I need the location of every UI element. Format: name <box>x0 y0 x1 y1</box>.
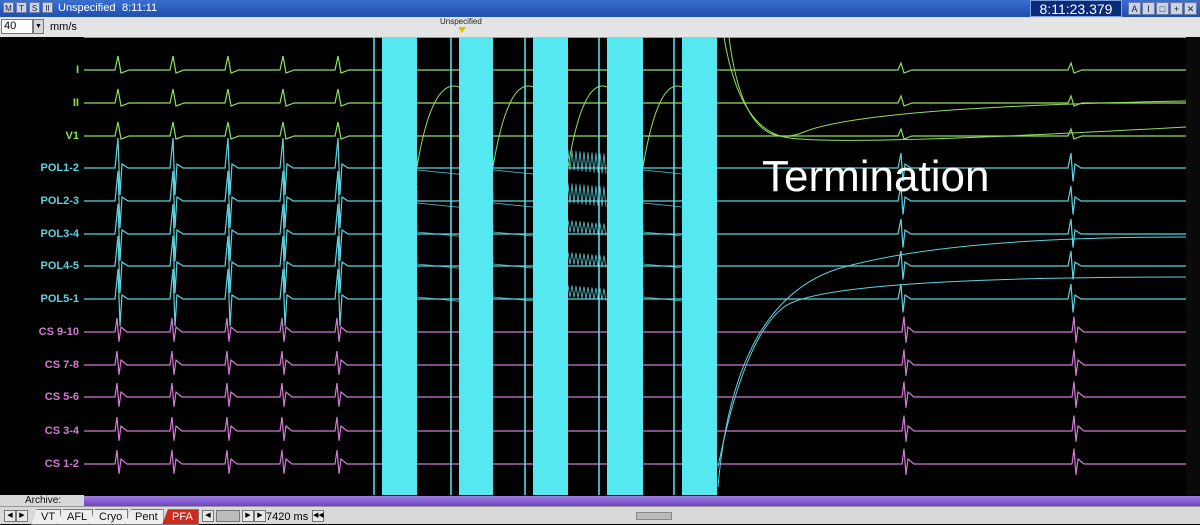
tab-pent[interactable]: Pent <box>125 509 164 525</box>
tab-bar: ◀ ▶ VT AFL Cryo Pent PFA ◀ ▶ ▶ 7420 ms ◀… <box>0 506 1200 525</box>
chevron-down-icon[interactable]: ▼ <box>33 19 44 34</box>
tab-vt[interactable]: VT <box>31 509 62 525</box>
channel-label-ii: II <box>72 97 79 109</box>
close-button[interactable]: ✕ <box>1184 2 1197 15</box>
channel-label-pol3-4: POL3-4 <box>40 228 79 240</box>
pause-button[interactable]: II <box>42 2 53 13</box>
speed-toolbar: 40 ▼ mm/s Unspecified <box>0 17 1200 38</box>
pulse-artifact-traces <box>416 37 1186 488</box>
marker-triangle-icon[interactable] <box>458 27 466 33</box>
waveform-area[interactable]: Termination <box>84 37 1186 495</box>
marker-label: Unspecified <box>440 17 482 26</box>
title-time: 8:11:11 <box>122 2 158 14</box>
channel-label-cs-9-10: CS 9-10 <box>38 326 79 338</box>
pfa-pulse-block <box>382 37 417 495</box>
pfa-pulse-block <box>607 37 643 495</box>
speed-select[interactable]: 40 <box>1 19 33 34</box>
a-button[interactable]: A <box>1128 2 1141 15</box>
termination-annotation: Termination <box>762 152 989 201</box>
title-bar: M T S II Unspecified 8:11:11 8:11:23.379… <box>0 0 1200 17</box>
channel-label-cs-5-6: CS 5-6 <box>44 391 79 403</box>
speed-unit: mm/s <box>50 21 77 33</box>
plus-button[interactable]: + <box>1170 2 1183 15</box>
m-button[interactable]: M <box>3 2 14 13</box>
horizontal-scrollbar[interactable] <box>636 512 672 520</box>
pfa-pulse-block <box>459 37 493 495</box>
scroll-left-icon[interactable]: ◀ <box>4 510 16 522</box>
last-page-icon[interactable]: ▶ <box>254 510 266 522</box>
s-button[interactable]: S <box>29 2 40 13</box>
channel-label-pol2-3: POL2-3 <box>40 195 79 207</box>
scroll-right-icon[interactable]: ▶ <box>16 510 28 522</box>
channel-label-cs-7-8: CS 7-8 <box>44 359 79 371</box>
tab-afl[interactable]: AFL <box>57 509 94 525</box>
window-button[interactable]: □ <box>1156 2 1169 15</box>
tab-cryo[interactable]: Cryo <box>89 509 129 525</box>
archive-bar[interactable] <box>84 496 1200 506</box>
channel-label-i: I <box>75 64 79 76</box>
channel-labels: I II V1 POL1-2 POL2-3 POL3-4 POL4-5 POL5-1 CS 9-… <box>0 37 84 495</box>
play-icon[interactable]: ▶ <box>242 510 254 522</box>
first-page-icon[interactable]: ◀ <box>202 510 214 522</box>
pfa-pulse-block <box>533 37 568 495</box>
channel-label-pol5-1: POL5-1 <box>40 293 79 305</box>
rewind-icon[interactable]: ◀◀ <box>312 510 324 522</box>
right-scroll-strip[interactable] <box>1186 37 1200 495</box>
range-display: 7420 ms <box>266 511 309 523</box>
archive-label: Archive: <box>0 495 84 506</box>
channel-label-pol1-2: POL1-2 <box>40 162 79 174</box>
clock-display: 8:11:23.379 <box>1030 0 1122 17</box>
channel-label-cs-3-4: CS 3-4 <box>44 425 79 437</box>
window-title: Unspecified <box>58 2 116 14</box>
pfa-pulse-block <box>682 37 717 495</box>
time-slider[interactable] <box>216 510 240 522</box>
channel-label-pol4-5: POL4-5 <box>40 260 79 272</box>
t-button[interactable]: T <box>16 2 27 13</box>
channel-label-cs-1-2: CS 1-2 <box>44 458 79 470</box>
tab-pfa[interactable]: PFA <box>162 509 199 525</box>
i-button[interactable]: I <box>1142 2 1155 15</box>
channel-label-v1: V1 <box>65 130 79 142</box>
